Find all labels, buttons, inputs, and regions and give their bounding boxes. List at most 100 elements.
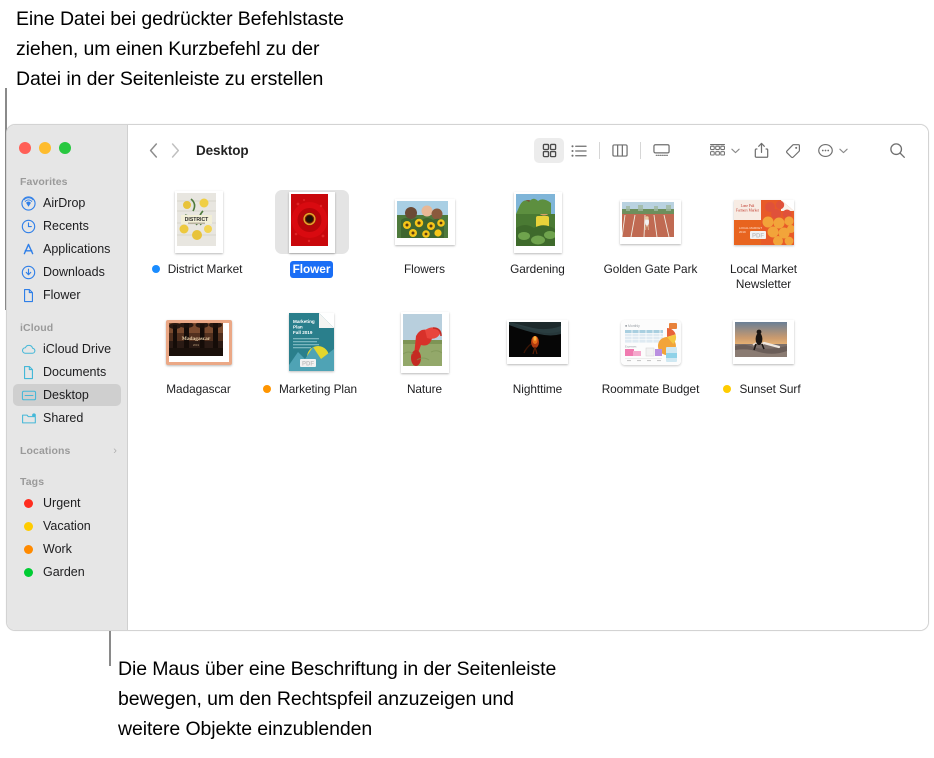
file-name-label[interactable]: Roommate Budget [599, 381, 703, 398]
file-name-row: Flower [289, 261, 334, 278]
sidebar-item-icloud-drive[interactable]: iCloud Drive [13, 338, 121, 360]
content-pane: Desktop DISTRICT District Market Flower … [128, 125, 928, 630]
file-name-label[interactable]: Sunset Surf [736, 381, 803, 398]
tags-button[interactable] [778, 138, 808, 163]
file-name-label[interactable]: Flowers [401, 261, 448, 278]
forward-button[interactable] [164, 138, 186, 164]
file-name-label[interactable]: District Market [165, 261, 246, 278]
file-thumbnail-wrap: DISTRICT [162, 190, 236, 254]
svg-text:PDF: PDF [752, 233, 764, 239]
file-item[interactable]: Sunset Surf [707, 308, 820, 428]
tag-dot-icon [20, 541, 37, 557]
file-item[interactable]: ■ Monthly Expenses Roommate Budget [594, 308, 707, 428]
file-name-label[interactable]: Golden Gate Park [601, 261, 701, 278]
sidebar-item-recents[interactable]: Recents [13, 215, 121, 237]
file-thumbnail-wrap: Madagascar 2019 [162, 310, 236, 374]
svg-text:Farmers Market: Farmers Market [735, 208, 758, 212]
file-thumbnail-wrap [501, 190, 575, 254]
icon-view-button[interactable] [534, 138, 564, 163]
sidebar-item-downloads[interactable]: Downloads [13, 261, 121, 283]
sidebar-item-tag-vacation[interactable]: Vacation [13, 515, 121, 537]
file-name-label[interactable]: Nighttime [510, 381, 565, 398]
sidebar-item-applications[interactable]: Applications [13, 238, 121, 260]
file-name-row: Flowers [401, 261, 448, 278]
file-name-label[interactable]: Nature [404, 381, 445, 398]
chevron-down-icon[interactable] [839, 148, 848, 154]
gallery-view-button[interactable] [646, 138, 676, 163]
file-name-row: Marketing Plan [263, 381, 360, 398]
chevron-down-icon[interactable] [731, 148, 740, 154]
svg-text:Lone Pali: Lone Pali [740, 204, 754, 208]
toolbar-divider [640, 142, 641, 159]
column-view-button[interactable] [605, 138, 635, 163]
sidebar-item-label: Documents [43, 365, 107, 379]
file-name-label[interactable]: Flower [289, 261, 334, 278]
back-button[interactable] [142, 138, 164, 164]
file-name-row: Golden Gate Park [601, 261, 701, 278]
file-item[interactable]: Flowers [368, 188, 481, 308]
file-thumbnail-wrap [274, 190, 349, 254]
sidebar-item-desktop[interactable]: Desktop [13, 384, 121, 406]
desktop-icon [20, 387, 37, 403]
minimize-window-button[interactable] [39, 142, 51, 154]
tag-dot-icon [20, 518, 37, 534]
sidebar-item-label: Desktop [43, 388, 89, 402]
top-callout-caption: Eine Datei bei gedrückter Befehlstaste z… [16, 8, 344, 90]
share-button[interactable] [746, 138, 776, 163]
file-item[interactable]: Gardening [481, 188, 594, 308]
file-name-row: Nighttime [510, 381, 565, 398]
group-by-button[interactable] [702, 138, 732, 163]
file-item[interactable]: DISTRICT District Market [142, 188, 255, 308]
file-item[interactable]: Lone Pali Farmers Market LOCAL MARKET 20… [707, 188, 820, 308]
sidebar-item-shared[interactable]: Shared [13, 407, 121, 429]
file-item[interactable]: Madagascar 2019 Madagascar [142, 308, 255, 428]
sidebar-item-label: Shared [43, 411, 84, 425]
marketing-plan-thumb: Marketing Plan Fall 2019 PDF [289, 313, 334, 371]
file-name-label[interactable]: Marketing Plan [276, 381, 360, 398]
sidebar-item-label: Flower [43, 288, 81, 302]
sidebar-item-label: AirDrop [43, 196, 86, 210]
sidebar-section-tags: Tags [7, 476, 127, 491]
file-thumbnail-wrap [727, 310, 801, 374]
sidebar-item-airdrop[interactable]: AirDrop [13, 192, 121, 214]
file-thumbnail-wrap [501, 310, 575, 374]
search-button[interactable] [882, 138, 912, 163]
sidebar-item-tag-urgent[interactable]: Urgent [13, 492, 121, 514]
toolbar-actions-group [702, 138, 852, 163]
gardening-thumb [513, 191, 562, 253]
sidebar-item-documents[interactable]: Documents [13, 361, 121, 383]
file-name-row: Gardening [507, 261, 568, 278]
sidebar: Favorites AirDrop Recents Applications D… [7, 125, 128, 630]
sidebar-item-tag-garden[interactable]: Garden [13, 561, 121, 583]
close-window-button[interactable] [19, 142, 31, 154]
sidebar-section-locations[interactable]: Locations › [7, 445, 127, 460]
nighttime-thumb [507, 320, 568, 364]
file-name-row: Local Market Newsletter [711, 261, 817, 293]
sidebar-item-label: Work [43, 542, 72, 556]
chevron-right-icon[interactable]: › [113, 445, 117, 457]
svg-text:PDF: PDF [302, 362, 314, 368]
sidebar-item-flower[interactable]: Flower [13, 284, 121, 306]
list-view-button[interactable] [564, 138, 594, 163]
tag-dot-icon [20, 495, 37, 511]
file-name-label[interactable]: Gardening [507, 261, 568, 278]
download-icon [20, 264, 37, 280]
sidebar-item-tag-work[interactable]: Work [13, 538, 121, 560]
sidebar-item-label: Applications [43, 242, 111, 256]
file-name-label[interactable]: Madagascar [163, 381, 233, 398]
window-controls [7, 134, 127, 157]
path-title[interactable]: Desktop [196, 143, 249, 158]
file-thumbnail-wrap: Lone Pali Farmers Market LOCAL MARKET 20… [727, 190, 801, 254]
file-item[interactable]: Golden Gate Park [594, 188, 707, 308]
file-name-row: Nature [404, 381, 445, 398]
sidebar-item-label: Urgent [43, 496, 81, 510]
more-actions-button[interactable] [810, 138, 840, 163]
file-item[interactable]: Flower [255, 188, 368, 308]
file-name-label[interactable]: Local Market Newsletter [711, 261, 817, 293]
sidebar-item-label: Recents [43, 219, 89, 233]
file-item[interactable]: Nature [368, 308, 481, 428]
shared-folder-icon [20, 410, 37, 426]
file-item[interactable]: Nighttime [481, 308, 594, 428]
zoom-window-button[interactable] [59, 142, 71, 154]
file-item[interactable]: Marketing Plan Fall 2019 PDF Marketing P… [255, 308, 368, 428]
